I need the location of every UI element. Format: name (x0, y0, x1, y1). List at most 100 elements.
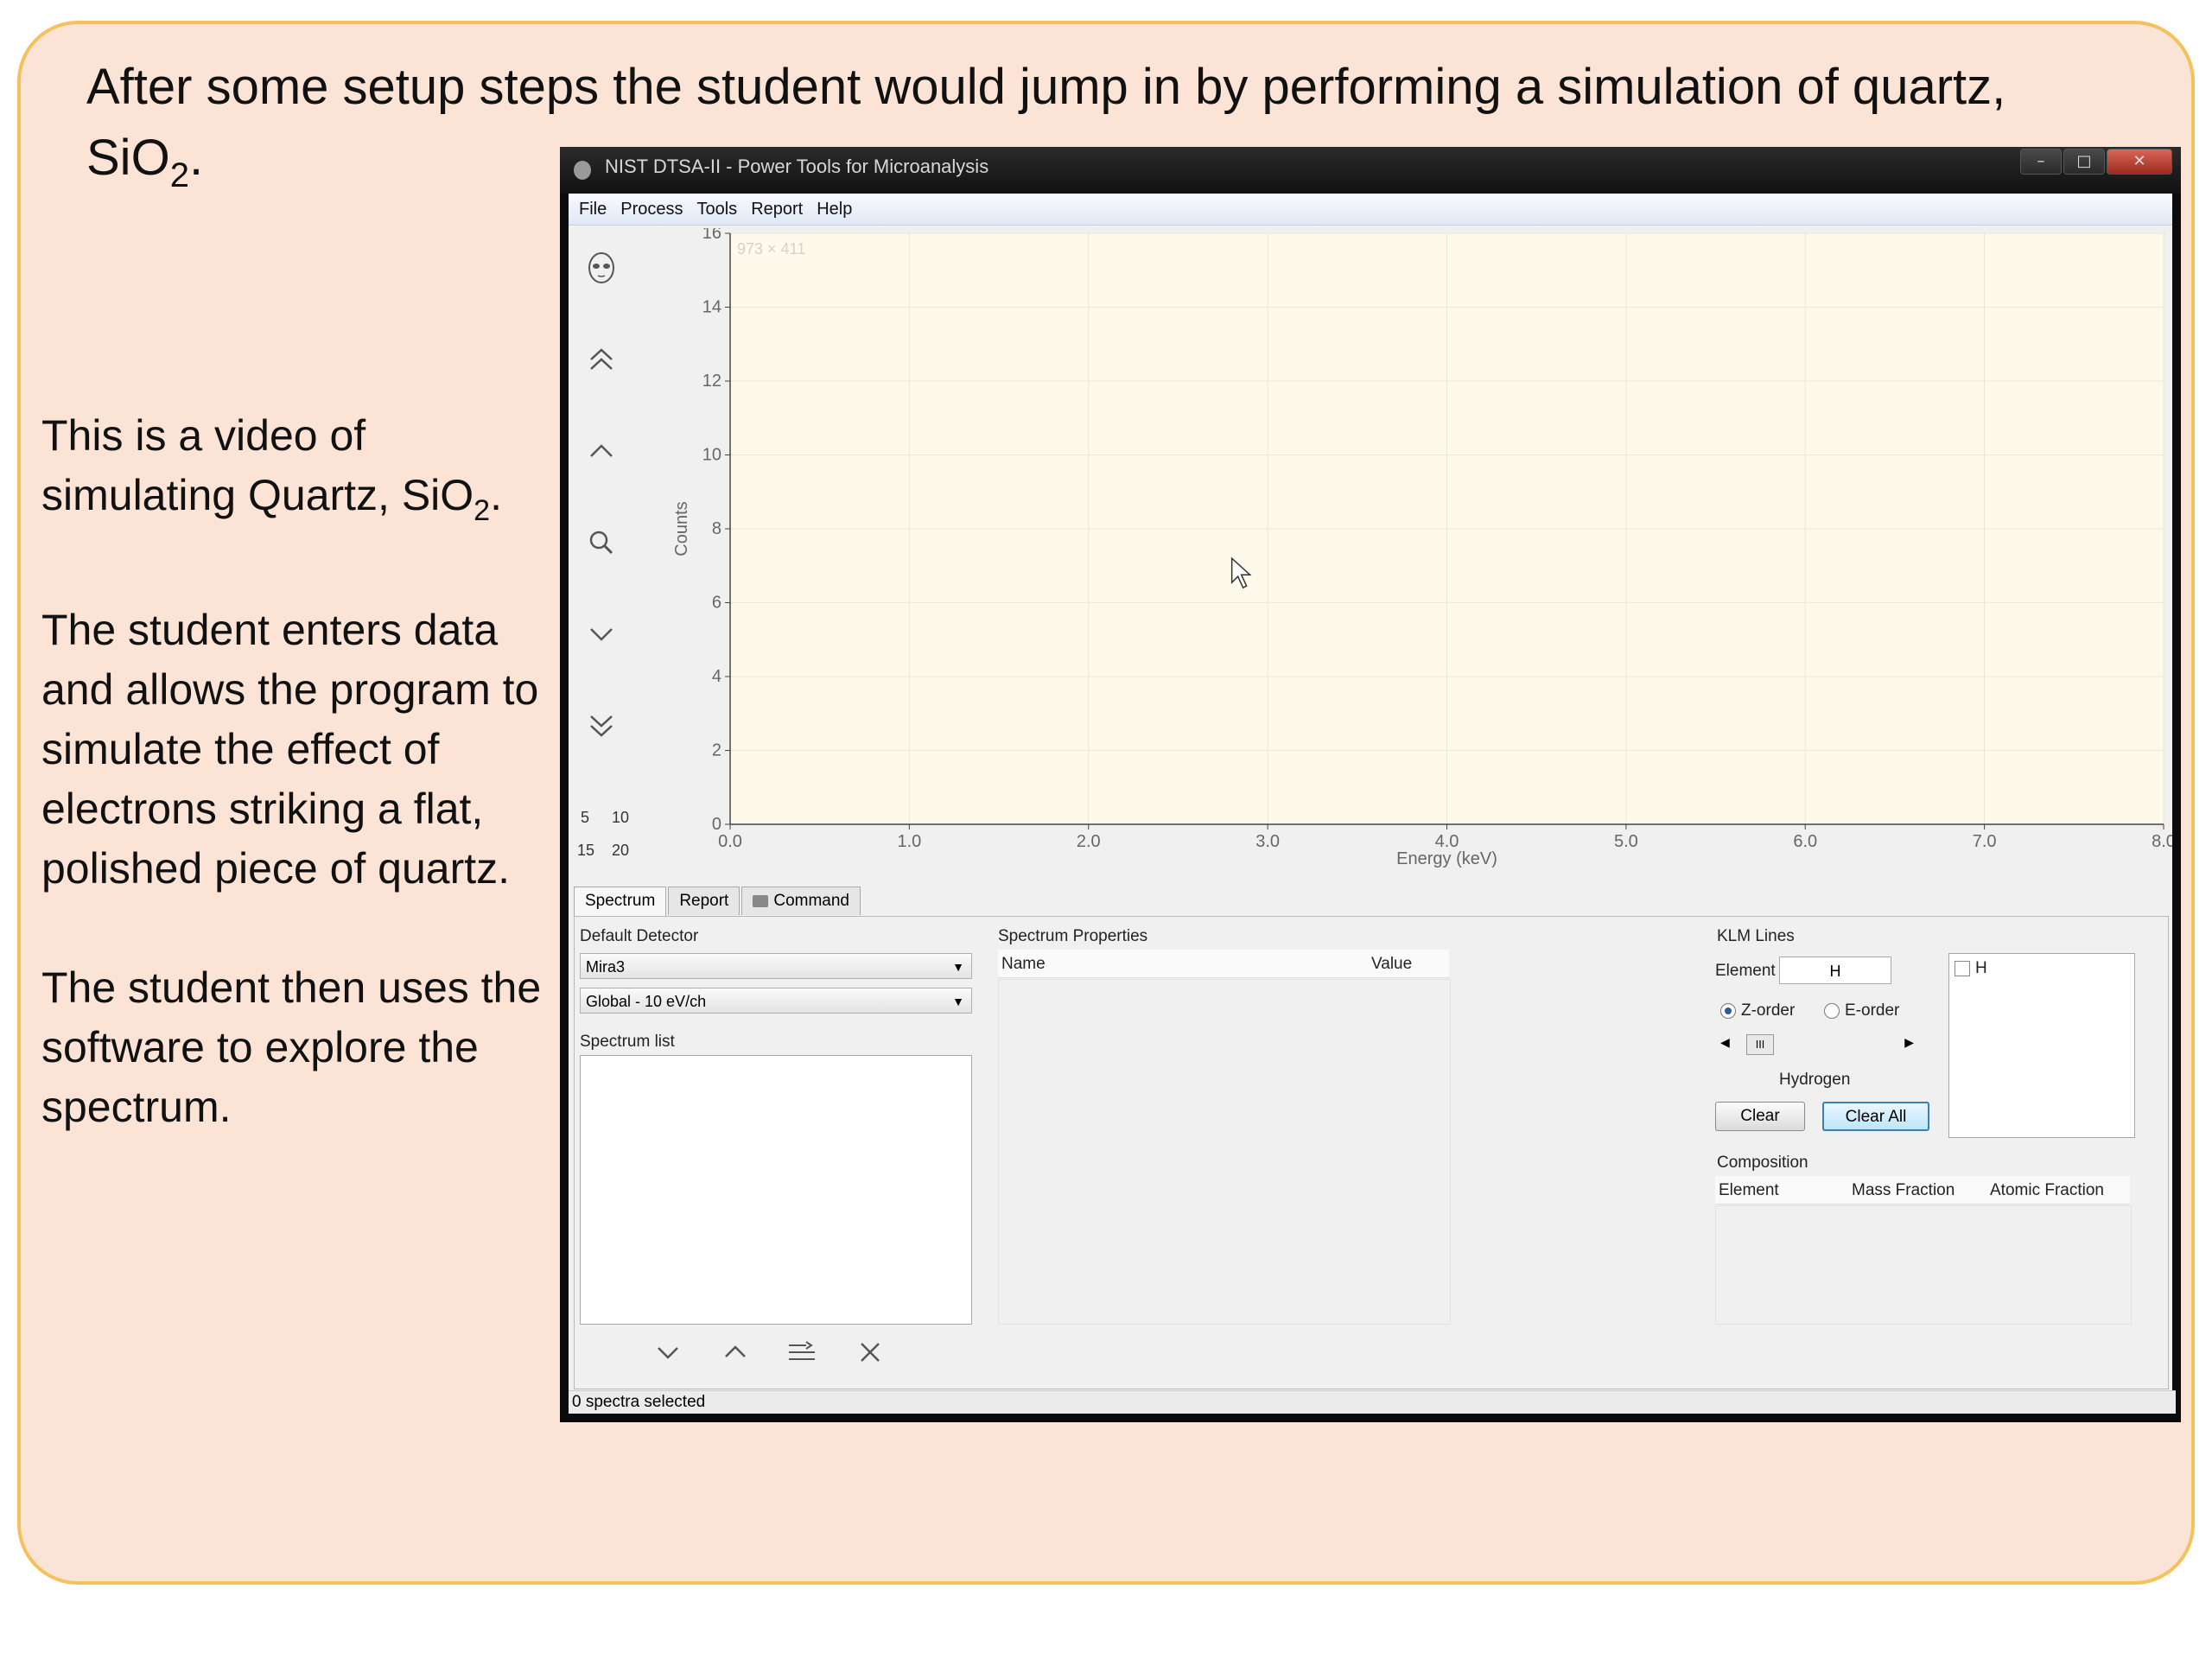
tab-command-label: Command (773, 892, 849, 910)
e-order-label: E-order (1845, 1001, 1900, 1020)
y-tick-label: 0 (712, 815, 721, 834)
klm-lines-label: KLM Lines (1717, 927, 1795, 945)
menu-bar: File Process Tools Report Help (569, 194, 2172, 226)
element-scrollbar[interactable]: ◀ III ▶ (1715, 1034, 1917, 1055)
window-titlebar[interactable]: NIST DTSA-II - Power Tools for Microanal… (560, 147, 2181, 194)
menu-process[interactable]: Process (620, 200, 683, 219)
y-tick-label: 12 (702, 372, 721, 391)
panel-tabs: Spectrum Report Command (574, 887, 862, 917)
x-tick-label: 6.0 (1793, 832, 1817, 851)
dropdown-arrow-icon: ▼ (952, 995, 964, 1008)
x-tick-label: 4.0 (1435, 832, 1459, 851)
calibration-value: Global - 10 eV/ch (586, 993, 707, 1010)
double-chevron-down-icon[interactable] (581, 705, 622, 747)
x-tick-label: 2.0 (1077, 832, 1101, 851)
cursor-readout: 973 × 411 (737, 240, 805, 257)
description-line: simulating Quartz, SiO (41, 471, 474, 519)
dropdown-arrow-icon: ▼ (952, 960, 964, 974)
double-chevron-up-icon[interactable] (581, 339, 622, 380)
properties-table[interactable] (998, 979, 1451, 1325)
y-axis-label: Counts (672, 501, 691, 556)
menu-help[interactable]: Help (817, 200, 852, 219)
properties-header: Name Value (998, 950, 1449, 978)
scroll-thumb[interactable]: III (1746, 1034, 1774, 1055)
spectrum-list[interactable] (580, 1055, 972, 1325)
slide-title-formula: SiO (86, 130, 170, 186)
spectrum-chart[interactable]: 0.0 1.0 2.0 3.0 4.0 5.0 6.0 7.0 8.0 0 2 4 6 8 10 12 14 16… (638, 224, 2176, 893)
x-tick-label: 3.0 (1255, 832, 1280, 851)
composition-table[interactable] (1715, 1205, 2132, 1325)
x-tick-label: 7.0 (1973, 832, 1997, 851)
element-input[interactable]: H (1779, 957, 1891, 984)
scale-option-10[interactable]: 10 (612, 809, 629, 827)
clear-button[interactable]: Clear (1715, 1102, 1805, 1131)
remove-spectrum-button[interactable] (851, 1333, 889, 1371)
merge-spectra-button[interactable] (784, 1333, 822, 1371)
tab-spectrum[interactable]: Spectrum (574, 887, 667, 917)
chevron-up-icon[interactable] (581, 430, 622, 472)
search-icon[interactable] (581, 522, 622, 563)
window-client: File Process Tools Report Help 5 10 15 2… (569, 194, 2176, 1414)
clear-all-button[interactable]: Clear All (1822, 1102, 1929, 1131)
y-tick-label: 2 (712, 741, 721, 760)
composition-header: Element Mass Fraction Atomic Fraction (1715, 1176, 2130, 1205)
chevron-down-icon (658, 1347, 678, 1359)
e-order-radio[interactable] (1824, 1003, 1840, 1019)
maximize-button[interactable]: □ (2063, 149, 2105, 175)
scale-option-15[interactable]: 15 (577, 842, 594, 860)
slide-title-formula-period: . (188, 130, 204, 186)
chevron-down-icon[interactable] (581, 613, 622, 655)
spectrum-list-label: Spectrum list (580, 1033, 675, 1051)
slide-title-formula-subscript: 2 (169, 156, 189, 194)
menu-tools[interactable]: Tools (696, 200, 737, 219)
detector-value: Mira3 (586, 958, 626, 976)
y-tick-label: 8 (712, 519, 721, 538)
line-checkbox-label: H (1975, 959, 1987, 977)
y-tick-label: 10 (702, 446, 721, 465)
properties-col-name: Name (1001, 955, 1046, 973)
line-checkbox[interactable] (1955, 961, 1970, 976)
calibration-select[interactable]: Global - 10 eV/ch ▼ (580, 988, 972, 1014)
description-paragraph-3: The student then uses the software to ex… (41, 963, 542, 1131)
composition-col-element: Element (1719, 1181, 1779, 1199)
menu-report[interactable]: Report (751, 200, 803, 219)
formula-period: . (490, 471, 502, 519)
scroll-right-icon[interactable]: ▶ (1904, 1036, 1914, 1050)
chevron-up-icon (725, 1345, 746, 1357)
element-label: Element (1715, 962, 1776, 980)
scroll-left-icon[interactable]: ◀ (1720, 1036, 1730, 1050)
y-tick-label: 14 (702, 298, 721, 317)
app-icon (574, 161, 591, 180)
element-name: Hydrogen (1779, 1071, 1851, 1089)
alien-icon[interactable] (581, 247, 622, 289)
list-merge-icon (789, 1341, 815, 1360)
menu-file[interactable]: File (579, 200, 607, 219)
properties-col-value: Value (1371, 955, 1413, 973)
minimize-button[interactable]: – (2020, 149, 2062, 175)
x-tick-label: 0.0 (718, 832, 742, 851)
spectrum-panel: Default Detector Mira3 ▼ Global - 10 eV/c… (574, 916, 2169, 1389)
move-up-button[interactable] (716, 1333, 754, 1371)
x-tick-label: 8.0 (2152, 832, 2172, 851)
scale-option-5[interactable]: 5 (581, 809, 589, 827)
slide-title-text: After some setup steps the student would… (86, 59, 2006, 115)
detector-select[interactable]: Mira3 ▼ (580, 953, 972, 979)
scale-option-20[interactable]: 20 (612, 842, 629, 860)
tab-command[interactable]: Command (741, 887, 861, 915)
composition-col-atomic: Atomic Fraction (1990, 1181, 2104, 1199)
default-detector-label: Default Detector (580, 927, 699, 945)
x-tick-label: 5.0 (1614, 832, 1638, 851)
z-order-radio[interactable] (1720, 1003, 1736, 1019)
close-window-button[interactable]: ✕ (2107, 149, 2172, 175)
move-down-button[interactable] (649, 1333, 687, 1371)
printer-icon (753, 895, 769, 907)
tab-report[interactable]: Report (668, 887, 741, 915)
klm-lines-list[interactable]: H (1948, 953, 2135, 1138)
description-line: This is a video of (41, 411, 366, 460)
description-paragraph-2: The student enters data and allows the p… (41, 606, 539, 893)
y-tick-label: 4 (712, 667, 721, 686)
spectrum-plot[interactable]: 0.0 1.0 2.0 3.0 4.0 5.0 6.0 7.0 8.0 0 2 4 6 8 10 12 14 16… (638, 224, 2176, 893)
dtsa-window: NIST DTSA-II - Power Tools for Microanal… (560, 147, 2181, 1422)
slide-description: This is a video of simulating Quartz, Si… (41, 406, 560, 1197)
spectrum-properties-label: Spectrum Properties (998, 927, 1148, 945)
